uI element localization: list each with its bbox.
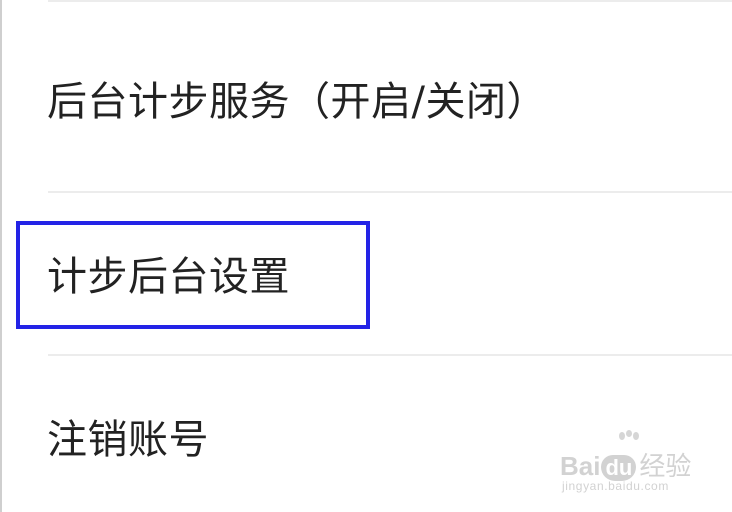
watermark-url: jingyan.baidu.com [562, 479, 669, 493]
settings-item-label: 注销账号 [47, 417, 209, 463]
watermark-brand-suffix: 经验 [639, 452, 692, 482]
settings-item-background-step-service[interactable]: 后台计步服务（开启/关闭） [0, 2, 732, 191]
watermark-brand-prefix: Bai [560, 451, 601, 481]
highlight-annotation-box [16, 221, 370, 329]
settings-item-label: 后台计步服务（开启/关闭） [47, 79, 547, 125]
watermark-brand-du: du [601, 455, 637, 481]
baidu-jingyan-watermark: Bai du 经验 jingyan.baidu.com [560, 430, 692, 493]
watermark-brand: Bai du 经验 [560, 446, 691, 483]
